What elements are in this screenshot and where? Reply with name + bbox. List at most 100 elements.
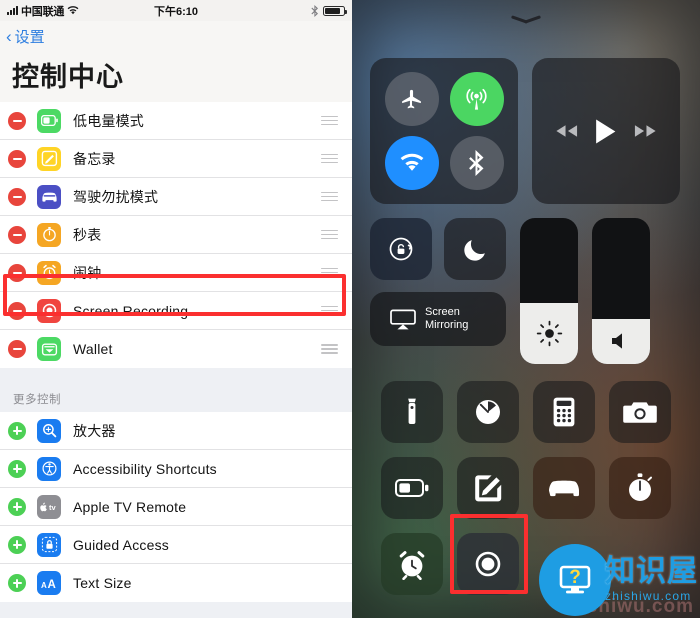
toggles-and-mirroring-column: Screen Mirroring [370, 218, 506, 364]
status-bar-left: 中国联通 [7, 3, 79, 19]
stopwatch-tile[interactable] [609, 457, 671, 519]
cellular-data-toggle[interactable] [449, 72, 504, 126]
nav-bar: ‹ 设置 [0, 21, 352, 51]
list-item-label: 备忘录 [73, 150, 116, 167]
list-item-notes[interactable]: 备忘录 [0, 140, 352, 178]
list-item-label: Guided Access [73, 536, 169, 553]
apple-tv-remote-icon: tv [37, 494, 61, 519]
media-playback-panel [532, 58, 680, 204]
magnifier-icon [37, 418, 61, 443]
list-item-wallet[interactable]: Wallet [0, 330, 352, 368]
control-center-content: Screen Mirroring [352, 0, 700, 618]
bluetooth-icon [311, 4, 319, 17]
remove-button[interactable] [8, 225, 26, 244]
rotation-lock-toggle[interactable] [370, 218, 432, 280]
list-item-magnifier[interactable]: 放大器 [0, 412, 352, 450]
alarm-tile[interactable] [381, 533, 443, 595]
volume-slider[interactable] [592, 218, 650, 364]
monitor-question-logo-icon: ? [539, 544, 611, 616]
add-button[interactable] [8, 574, 26, 592]
remove-button[interactable] [8, 149, 26, 168]
page-title: 控制中心 [0, 51, 352, 102]
drag-handle[interactable] [321, 191, 338, 202]
back-button-label: 设置 [14, 28, 45, 46]
wifi-icon [67, 6, 79, 15]
text-size-icon: AA [37, 571, 61, 595]
drag-handle[interactable] [321, 229, 338, 240]
drag-handle[interactable] [321, 115, 338, 126]
bluetooth-toggle[interactable] [449, 136, 504, 190]
list-item-guided-access[interactable]: Guided Access [0, 526, 352, 564]
svg-text:?: ? [569, 567, 581, 588]
notes-tile[interactable] [457, 457, 519, 519]
list-item-label: Accessibility Shortcuts [73, 460, 217, 477]
more-controls-header: 更多控制 [0, 368, 352, 412]
brightness-sun-icon [536, 320, 563, 347]
add-button[interactable] [8, 421, 26, 440]
connectivity-panel [370, 58, 518, 204]
wifi-toggle[interactable] [384, 136, 439, 190]
low-power-tile[interactable] [381, 457, 443, 519]
list-item-label: 秒表 [73, 226, 102, 243]
airplay-icon [390, 309, 416, 330]
drag-handle[interactable] [321, 267, 338, 278]
add-button[interactable] [8, 497, 26, 516]
screen-mirroring-label: Screen Mirroring [425, 306, 468, 332]
drag-handle[interactable] [321, 344, 338, 354]
airplane-mode-toggle[interactable] [384, 72, 439, 126]
list-item-driving-dnd[interactable]: 驾驶勿扰模式 [0, 178, 352, 216]
list-item-label: 驾驶勿扰模式 [73, 188, 159, 205]
list-item-alarm[interactable]: 闹钟 [0, 254, 352, 292]
calculator-tile[interactable] [533, 381, 595, 443]
watermark-cn-label: 知识屋 [605, 555, 698, 588]
alarm-clock-icon [37, 260, 61, 285]
remove-button[interactable] [8, 187, 26, 206]
status-bar: 中国联通 下午6:10 [0, 0, 352, 21]
list-item-screen-recording[interactable]: Screen Recording [0, 292, 352, 330]
drag-handle[interactable] [321, 153, 338, 164]
screen-recording-tile[interactable] [457, 533, 519, 595]
fast-forward-button[interactable] [633, 123, 658, 139]
add-button[interactable] [8, 535, 26, 554]
remove-button[interactable] [8, 301, 26, 320]
camera-tile[interactable] [609, 381, 671, 443]
brightness-slider[interactable] [520, 218, 578, 364]
remove-button[interactable] [8, 111, 26, 130]
add-button[interactable] [8, 459, 26, 478]
list-item-label: 低电量模式 [73, 112, 144, 129]
volume-slider-fill [592, 318, 650, 364]
control-center-pane: Screen Mirroring ? 知识屋 zhishiwu.com zhis… [352, 0, 700, 618]
list-item-apple-tv-remote[interactable]: tv Apple TV Remote [0, 488, 352, 526]
car-do-not-disturb-icon [37, 184, 61, 209]
list-item-label: 放大器 [73, 422, 116, 439]
do-not-disturb-toggle[interactable] [444, 218, 506, 280]
list-item-label: Text Size [73, 575, 132, 591]
list-item-label: Wallet [73, 341, 113, 357]
screen-mirroring-button[interactable]: Screen Mirroring [370, 292, 506, 346]
screenshot-root: 中国联通 下午6:10 ‹ 设置 控制中心 低电量模式 备忘录 驾驶勿扰模式 秒… [0, 0, 700, 618]
list-item-low-power[interactable]: 低电量模式 [0, 102, 352, 140]
more-controls-header-label: 更多控制 [13, 394, 61, 406]
drag-handle[interactable] [321, 305, 338, 316]
flashlight-tile[interactable] [381, 381, 443, 443]
driving-dnd-tile[interactable] [533, 457, 595, 519]
list-item-stopwatch[interactable]: 秒表 [0, 216, 352, 254]
rewind-button[interactable] [554, 123, 579, 139]
play-button[interactable] [594, 118, 617, 145]
svg-text:tv: tv [49, 503, 56, 512]
remove-button[interactable] [8, 263, 26, 282]
chevron-left-icon: ‹ [6, 26, 12, 46]
svg-text:A: A [41, 581, 47, 590]
notes-icon [37, 146, 61, 171]
battery-icon [323, 5, 347, 16]
list-item-accessibility-shortcuts[interactable]: Accessibility Shortcuts [0, 450, 352, 488]
watermark-url-label: zhishiwu.com [605, 589, 692, 603]
guided-access-lock-icon [37, 532, 61, 557]
remove-button[interactable] [8, 340, 26, 358]
svg-text:A: A [47, 579, 55, 590]
signal-bars-icon [7, 6, 18, 15]
timer-tile[interactable] [457, 381, 519, 443]
list-item-label: Screen Recording [73, 302, 189, 319]
back-button[interactable]: ‹ 设置 [6, 26, 45, 47]
list-item-text-size[interactable]: AA Text Size [0, 564, 352, 602]
